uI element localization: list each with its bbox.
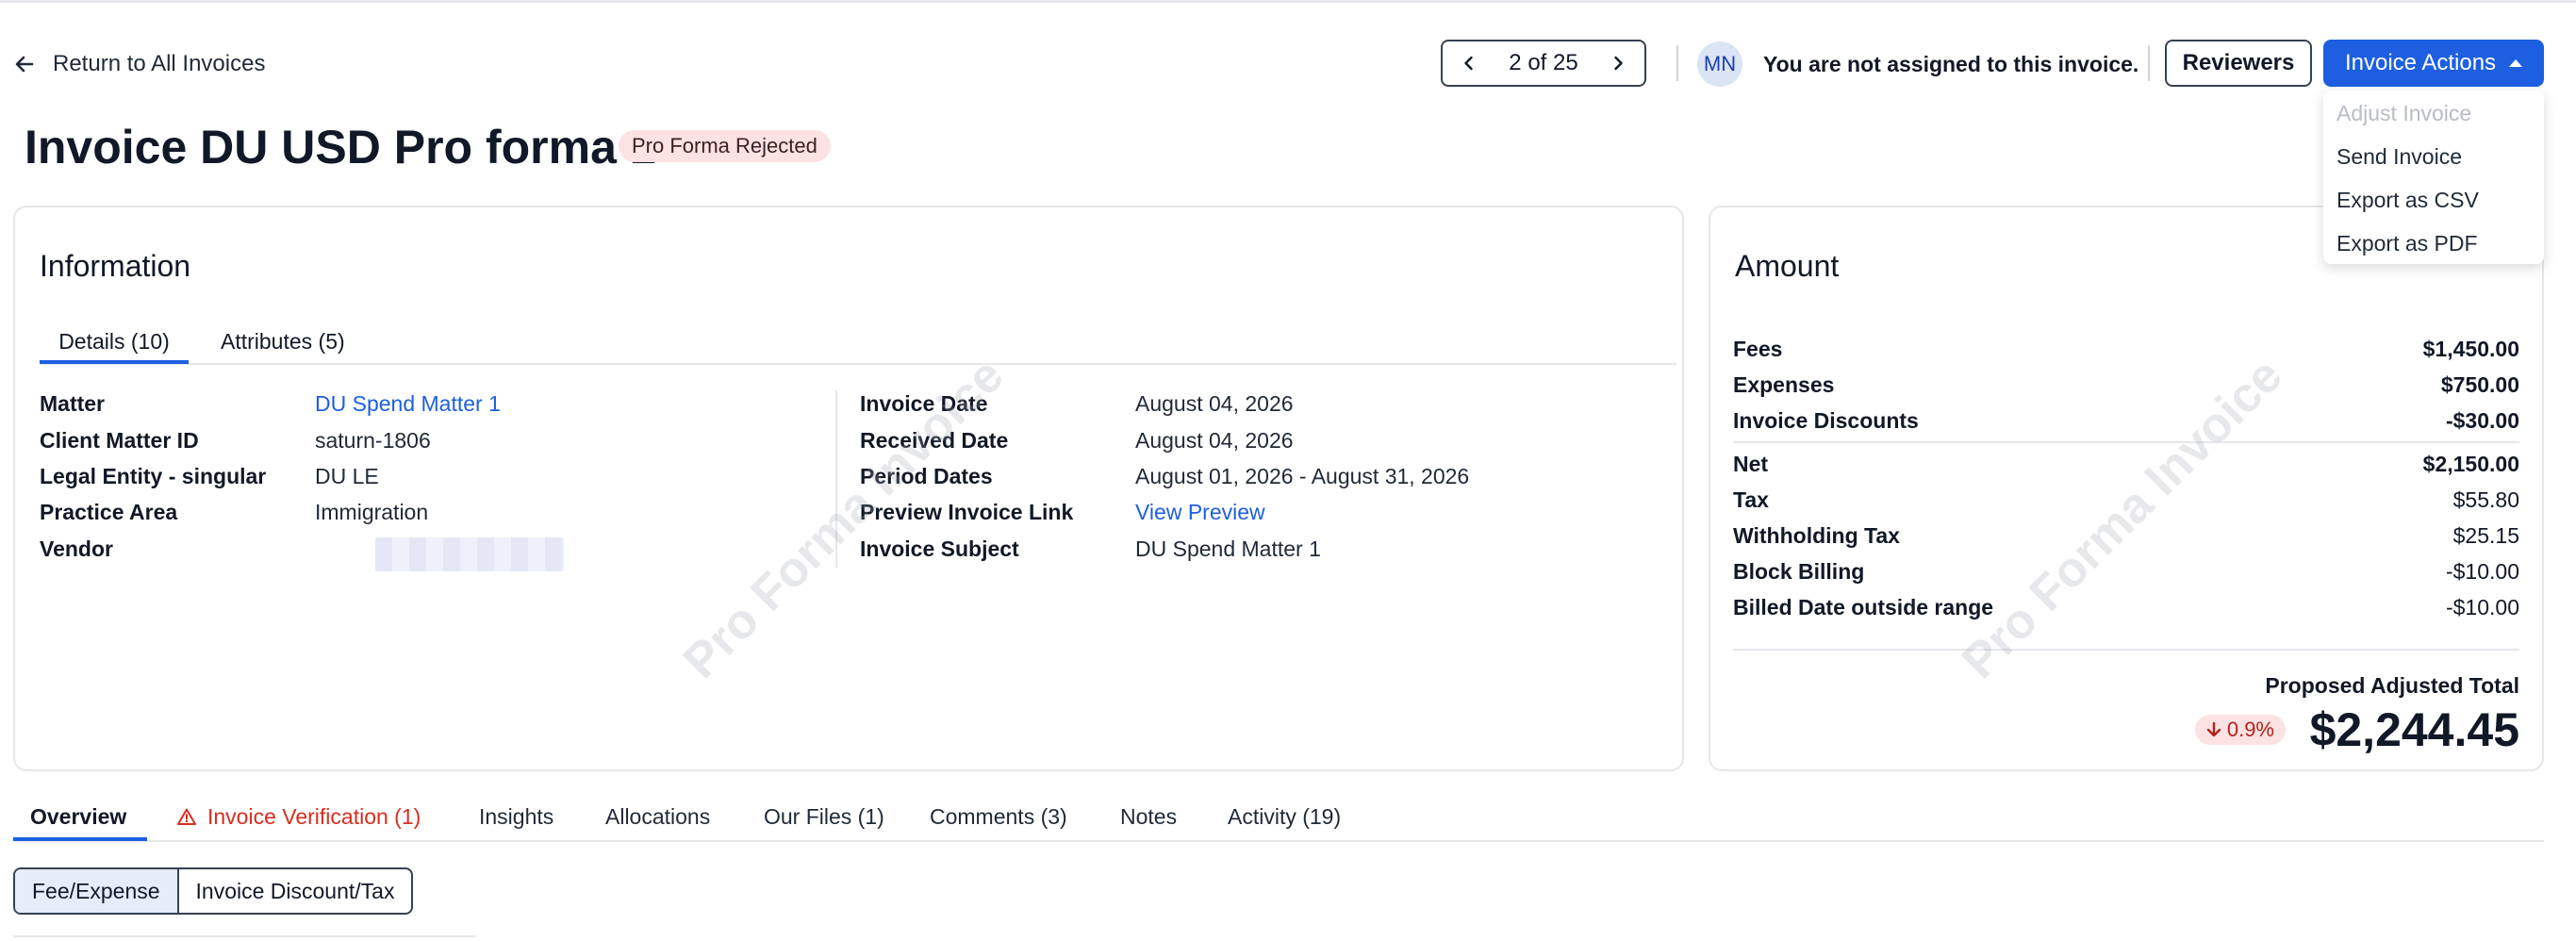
- detail-value: August 04, 2026: [1135, 391, 1294, 416]
- detail-value: Immigration: [315, 500, 429, 524]
- caret-up-icon: [2509, 59, 2523, 67]
- information-card: Information Details (10) Attributes (5) …: [13, 206, 1684, 771]
- amount-title: Amount: [1735, 249, 1840, 283]
- tab-allocations[interactable]: Allocations: [605, 800, 710, 834]
- next-invoice-button[interactable]: [1605, 50, 1631, 76]
- tabs-divider: [13, 840, 2544, 842]
- watermark: Pro Forma Invoice: [1951, 348, 2293, 689]
- prev-invoice-button[interactable]: [1456, 50, 1482, 76]
- detail-label: Period Dates: [860, 464, 993, 488]
- tabs-divider: [40, 363, 1676, 365]
- amount-divider: [1733, 649, 2519, 651]
- reviewers-button[interactable]: Reviewers: [2165, 40, 2312, 87]
- page-title: Invoice DU USD Pro forma 1: [25, 121, 656, 173]
- amount-label: Net: [1733, 452, 1769, 476]
- detail-value: DU Spend Matter 1: [1135, 537, 1321, 561]
- header-divider: [2148, 45, 2150, 81]
- back-link[interactable]: Return to All Invoices: [13, 47, 265, 81]
- tab-overview[interactable]: Overview: [30, 800, 126, 834]
- amount-label: Withholding Tax: [1733, 523, 1900, 548]
- amount-value: $55.80: [2452, 487, 2519, 512]
- chevron-left-icon: [1464, 56, 1473, 71]
- amount-value: -$10.00: [2445, 595, 2519, 619]
- detail-label: Matter: [40, 391, 106, 416]
- menu-item-export-csv[interactable]: Export as CSV: [2337, 183, 2479, 217]
- detail-label: Vendor: [40, 537, 113, 561]
- view-preview-link[interactable]: View Preview: [1135, 497, 1265, 527]
- tab-invoice-verification-label: Invoice Verification (1): [207, 804, 421, 829]
- detail-label: Invoice Date: [860, 391, 988, 416]
- tab-notes[interactable]: Notes: [1120, 800, 1177, 834]
- view-toggle: Fee/Expense Invoice Discount/Tax: [13, 867, 414, 915]
- amount-value: -$30.00: [2445, 408, 2519, 433]
- invoice-actions-label: Invoice Actions: [2344, 50, 2497, 75]
- amount-value: $25.15: [2452, 523, 2519, 548]
- active-tab-indicator: [40, 360, 189, 364]
- information-title: Information: [40, 249, 191, 283]
- detail-label: Invoice Subject: [860, 537, 1019, 561]
- back-link-label: Return to All Invoices: [53, 51, 266, 76]
- amount-label: Invoice Discounts: [1733, 408, 1919, 433]
- invoice-actions-menu: Adjust Invoice Send Invoice Export as CS…: [2323, 91, 2544, 264]
- pager-label: 2 of 25: [1509, 50, 1578, 75]
- tab-insights[interactable]: Insights: [479, 800, 553, 834]
- menu-item-adjust-invoice: Adjust Invoice: [2337, 101, 2472, 125]
- change-value: 0.9%: [2226, 718, 2274, 741]
- detail-label: Practice Area: [40, 500, 178, 524]
- active-tab-indicator: [13, 837, 147, 841]
- avatar: MN: [1697, 41, 1742, 87]
- amount-label: Billed Date outside range: [1733, 595, 1994, 619]
- chevron-right-icon: [1614, 56, 1623, 71]
- tab-comments[interactable]: Comments (3): [930, 800, 1067, 834]
- tab-our-files[interactable]: Our Files (1): [764, 800, 884, 834]
- tab-activity[interactable]: Activity (19): [1228, 800, 1341, 834]
- detail-value: saturn-1806: [315, 428, 431, 453]
- invoice-pager: 2 of 25: [1441, 40, 1646, 87]
- matter-link[interactable]: DU Spend Matter 1: [315, 388, 501, 419]
- header-divider: [1676, 45, 1678, 81]
- change-badge: 0.9%: [2194, 715, 2286, 745]
- top-border: [0, 0, 2576, 3]
- menu-item-send-invoice[interactable]: Send Invoice: [2337, 140, 2462, 173]
- column-divider: [835, 390, 837, 568]
- amount-label: Block Billing: [1733, 559, 1865, 584]
- detail-label: Preview Invoice Link: [860, 500, 1074, 524]
- proposed-total-label: Proposed Adjusted Total: [2265, 673, 2519, 698]
- menu-item-export-pdf[interactable]: Export as PDF: [2337, 226, 2478, 260]
- amount-divider: [1733, 441, 2519, 443]
- amount-label: Expenses: [1733, 372, 1835, 397]
- proposed-total-value: $2,244.45: [2309, 703, 2519, 756]
- amount-value: $750.00: [2440, 372, 2519, 397]
- segment-fee-expense[interactable]: Fee/Expense: [15, 869, 179, 913]
- warning-icon: [177, 808, 196, 825]
- amount-card: Amount Fees $1,450.00 Expenses $750.00 I…: [1709, 206, 2544, 771]
- detail-label: Legal Entity - singular: [40, 464, 267, 488]
- invoice-actions-button[interactable]: Invoice Actions: [2323, 40, 2544, 87]
- amount-value: $1,450.00: [2422, 337, 2519, 361]
- amount-label: Tax: [1733, 487, 1769, 512]
- detail-value: August 01, 2026 - August 31, 2026: [1135, 464, 1470, 488]
- arrow-down-icon: [2206, 721, 2221, 737]
- amount-value: $2,150.00: [2422, 452, 2519, 476]
- detail-label: Received Date: [860, 428, 1009, 453]
- amount-label: Fees: [1733, 337, 1783, 361]
- tab-attributes[interactable]: Attributes (5): [207, 321, 358, 362]
- detail-label: Client Matter ID: [40, 428, 199, 453]
- detail-value: DU LE: [315, 464, 379, 488]
- tab-details[interactable]: Details (10): [40, 321, 189, 362]
- content-edge: [13, 935, 475, 937]
- detail-value: August 04, 2026: [1135, 428, 1294, 453]
- segment-invoice-discount-tax[interactable]: Invoice Discount/Tax: [179, 869, 412, 913]
- tab-invoice-verification[interactable]: Invoice Verification (1): [177, 800, 421, 834]
- amount-value: -$10.00: [2445, 559, 2519, 584]
- vendor-value-redacted: [375, 537, 564, 571]
- arrow-left-icon: [15, 56, 34, 73]
- assignment-status: You are not assigned to this invoice.: [1763, 52, 2139, 76]
- status-badge: Pro Forma Rejected: [619, 130, 831, 162]
